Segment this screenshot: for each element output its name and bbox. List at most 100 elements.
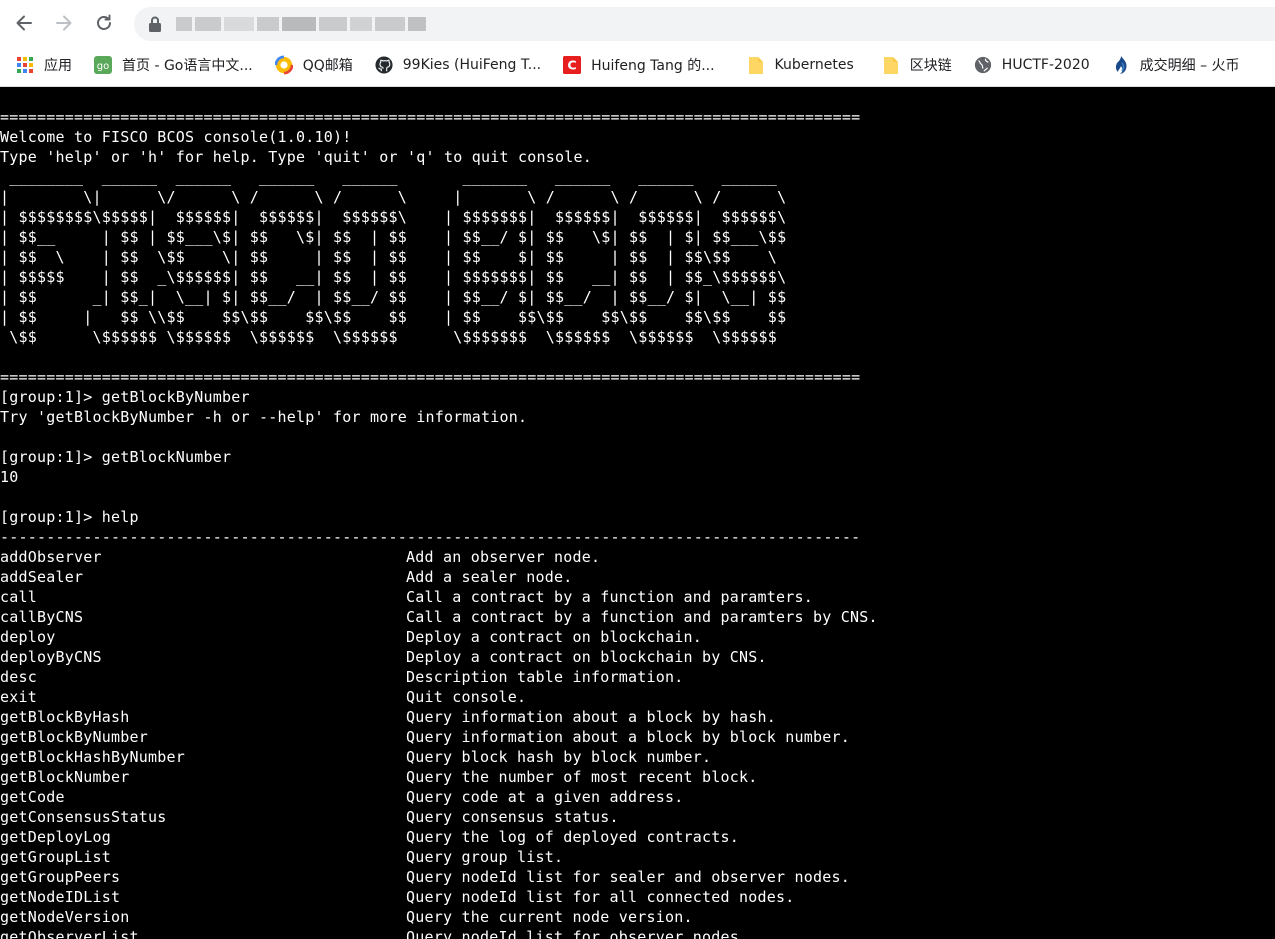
- terminal-line: | $$__ | $$ | $$___\$| $$ \$| $$ | $$ | …: [0, 228, 787, 246]
- huobi-icon: [1112, 56, 1130, 74]
- help-command-name: exit: [0, 688, 38, 706]
- bookmark-label: 成交明细 – 火币: [1139, 58, 1240, 74]
- help-row: deployByCNS Deploy a contract on blockcha…: [0, 647, 878, 667]
- forward-button[interactable]: [49, 8, 79, 38]
- help-command-name: addSealer: [0, 568, 84, 586]
- help-command-name: desc: [0, 668, 38, 686]
- help-command-name: getConsensusStatus: [0, 808, 167, 826]
- help-command-description: Deploy a contract on blockchain.: [406, 628, 703, 646]
- folder-icon: [882, 56, 900, 74]
- help-command-description: Query code at a given address.: [406, 788, 684, 806]
- bookmark-folder-blockchain[interactable]: 区块链: [882, 55, 952, 75]
- help-row: getCode Query code at a given address.: [0, 787, 878, 807]
- help-command-description: Add an observer node.: [406, 548, 601, 566]
- browser-chrome: 应用 go 首页 - Go语言中文... QQ邮箱 99Kies (HuiFen…: [0, 0, 1275, 87]
- terminal-line: | $$$$$ | $$ _\$$$$$$| $$ __| $$ | $$ | …: [0, 268, 787, 286]
- help-row: getGroupPeers Query nodeId list for seale…: [0, 867, 878, 887]
- bookmark-github[interactable]: 99Kies (HuiFeng T...: [375, 56, 541, 74]
- qq-mail-icon: [274, 55, 293, 75]
- help-command-description: Query information about a block by hash.: [406, 708, 777, 726]
- help-command-description: Call a contract by a function and paramt…: [406, 588, 814, 606]
- go-site-icon: go: [94, 56, 112, 74]
- help-row: getBlockByHash Query information about a …: [0, 707, 878, 727]
- csdn-icon: C: [563, 56, 582, 74]
- address-bar[interactable]: [134, 7, 1275, 41]
- terminal-line: [group:1]> help: [0, 508, 139, 526]
- reload-button[interactable]: [89, 8, 119, 38]
- bookmark-folder-kubernetes[interactable]: Kubernetes: [747, 56, 854, 74]
- terminal-line: ________ ______ ______ ______ ______ ___…: [0, 168, 778, 186]
- bookmark-huobi[interactable]: 成交明细 – 火币: [1112, 55, 1240, 75]
- help-row: callByCNS Call a contract by a function a…: [0, 607, 878, 627]
- bookmark-label: Kubernetes: [774, 57, 854, 73]
- terminal-window[interactable]: ========================================…: [0, 87, 1275, 939]
- help-command-description: Query nodeId list for sealer and observe…: [406, 868, 851, 886]
- help-row: getDeployLog Query the log of deployed co…: [0, 827, 878, 847]
- url-text-blurred: [176, 17, 426, 31]
- bookmark-label: 区块链: [909, 58, 952, 74]
- help-command-name: getBlockByHash: [0, 708, 130, 726]
- help-command-name: getBlockByNumber: [0, 728, 149, 746]
- arrow-left-icon: [16, 15, 32, 31]
- help-command-name: getDeployLog: [0, 828, 112, 846]
- help-command-name: getObserverList: [0, 928, 139, 939]
- bookmark-label: 99Kies (HuiFeng T...: [402, 57, 542, 73]
- bookmark-huctf[interactable]: HUCTF-2020: [974, 56, 1090, 74]
- terminal-output: ========================================…: [0, 107, 878, 939]
- help-command-description: Query nodeId list for all connected node…: [406, 888, 795, 906]
- back-button[interactable]: [9, 8, 39, 38]
- help-command-name: getGroupList: [0, 848, 112, 866]
- bookmark-label: QQ邮箱: [302, 58, 353, 74]
- help-command-name: getCode: [0, 788, 65, 806]
- help-command-description: Query block hash by block number.: [406, 748, 712, 766]
- bookmark-label: Huifeng Tang 的...: [591, 58, 715, 74]
- bookmark-label: 应用: [44, 58, 72, 74]
- terminal-line: | $$ | $$ \\$$ $$\$$ $$\$$ $$ | $$ $$\$$…: [0, 308, 787, 326]
- help-row: addObserver Add an observer node.: [0, 547, 878, 567]
- help-row: getBlockByNumber Query information about …: [0, 727, 878, 747]
- help-command-description: Query the number of most recent block.: [406, 768, 758, 786]
- terminal-line: Type 'help' or 'h' for help. Type 'quit'…: [0, 148, 593, 166]
- bookmark-go-site[interactable]: go 首页 - Go语言中文...: [94, 55, 253, 75]
- terminal-line: [group:1]> getBlockByNumber: [0, 388, 250, 406]
- help-command-description: Add a sealer node.: [406, 568, 573, 586]
- reload-icon: [97, 14, 111, 30]
- bookmark-apps[interactable]: 应用: [16, 55, 72, 75]
- terminal-line: | $$ \ | $$ \$$ \| $$ | $$ | $$ | $$ $| …: [0, 248, 778, 266]
- help-row: getBlockNumber Query the number of most r…: [0, 767, 878, 787]
- help-row: getObserverList Query nodeId list for obs…: [0, 927, 878, 939]
- help-command-description: Query consensus status.: [406, 808, 619, 826]
- bookmark-csdn[interactable]: C Huifeng Tang 的...: [563, 55, 715, 75]
- help-row: getConsensusStatus Query consensus status…: [0, 807, 878, 827]
- globe-icon: [974, 56, 992, 74]
- terminal-line: \$$ \$$$$$$ \$$$$$$ \$$$$$$ \$$$$$$ \$$$…: [0, 328, 778, 346]
- browser-toolbar: [0, 0, 1275, 46]
- terminal-line: Try 'getBlockByNumber -h or --help' for …: [0, 408, 528, 426]
- help-command-description: Quit console.: [406, 688, 527, 706]
- help-command-description: Query nodeId list for observer nodes.: [406, 928, 749, 939]
- help-command-description: Query the log of deployed contracts.: [406, 828, 740, 846]
- terminal-line: Welcome to FISCO BCOS console(1.0.10)!: [0, 128, 352, 146]
- apps-grid-icon: [16, 56, 34, 74]
- help-row: call Call a contract by a function and pa…: [0, 587, 878, 607]
- lock-icon: [149, 16, 161, 32]
- help-row: exit Quit console.: [0, 687, 878, 707]
- help-row: getGroupList Query group list.: [0, 847, 878, 867]
- terminal-line: | $$$$$$$$\$$$$$| $$$$$$| $$$$$$| $$$$$$…: [0, 208, 787, 226]
- terminal-line: ----------------------------------------…: [0, 528, 861, 546]
- help-command-name: getGroupPeers: [0, 868, 121, 886]
- svg-text:go: go: [97, 61, 109, 72]
- help-row: getNodeIDList Query nodeId list for all c…: [0, 887, 878, 907]
- help-row: deploy Deploy a contract on blockchain.: [0, 627, 878, 647]
- bookmark-qq-mail[interactable]: QQ邮箱: [274, 55, 353, 75]
- help-command-name: deployByCNS: [0, 648, 102, 666]
- help-command-name: getNodeIDList: [0, 888, 121, 906]
- help-row: getBlockHashByNumber Query block hash by …: [0, 747, 878, 767]
- github-icon: [375, 56, 393, 74]
- terminal-line: | $$ _| $$_| \__| $| $$__/ | $$__/ $$ | …: [0, 288, 787, 306]
- arrow-right-icon: [56, 15, 72, 31]
- help-row: getNodeVersion Query the current node ver…: [0, 907, 878, 927]
